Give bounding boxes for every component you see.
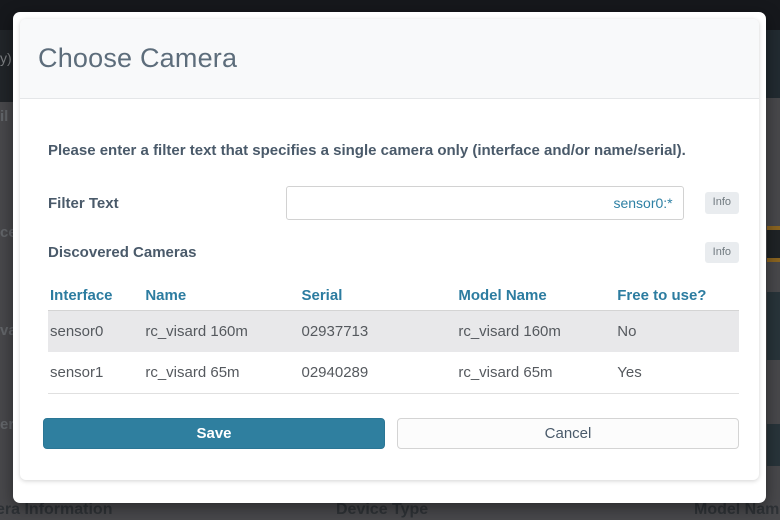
column-header: Serial <box>299 287 457 312</box>
table-cell: sensor0 <box>50 323 104 341</box>
camera-table-body: sensor0 rc_visard 160m 02937713 rc_visard 1… <box>48 310 739 395</box>
background-label-camera-information: era Information <box>0 501 113 518</box>
filter-description: Please enter a filter text that specifie… <box>48 142 686 159</box>
table-cell: No <box>617 323 637 341</box>
dialog-header: Choose Camera <box>20 19 759 99</box>
camera-table-head-row: Interface Name Serial Model Name Free to use… <box>48 287 739 312</box>
background-text-fragment: y) <box>0 50 12 66</box>
table-cell: rc_visard 160m <box>145 323 248 341</box>
choose-camera-dialog: Choose Camera Please enter a filter text… <box>13 12 766 503</box>
table-cell: 02940289 <box>299 352 457 395</box>
background-panel-edge <box>767 424 780 466</box>
background-text-fragment: il <box>0 108 9 125</box>
table-row[interactable]: sensor1 rc_visard 65m 02940289 rc_visard 65… <box>48 352 739 395</box>
discovered-cameras-row: Discovered Cameras Info <box>48 242 739 264</box>
table-cell: 02937713 <box>301 323 369 341</box>
filter-text-row: Filter Text Info <box>48 186 739 220</box>
filter-text-input[interactable] <box>286 186 684 220</box>
background-button-edge <box>767 226 780 262</box>
column-header: Model Name <box>456 287 616 312</box>
dialog-title: Choose Camera <box>38 43 238 73</box>
table-cell: rc_visard 65m <box>143 352 300 395</box>
column-header: Free to use? <box>615 287 739 312</box>
discovered-cameras-label: Discovered Cameras <box>48 244 197 262</box>
dialog-body: Please enter a filter text that specifie… <box>20 99 759 450</box>
background-panel-edge <box>767 292 780 360</box>
background-header-edge <box>0 30 13 102</box>
save-button[interactable]: Save <box>43 418 385 450</box>
filter-text-label: Filter Text <box>48 194 119 212</box>
table-cell: rc_visard 65m <box>456 352 616 395</box>
table-cell: sensor1 <box>48 352 144 395</box>
background-panel-edge <box>766 30 780 98</box>
table-cell: rc_visard 160m <box>458 323 561 341</box>
dialog-actions: Save Cancel <box>43 418 739 450</box>
dialog-content: Choose Camera Please enter a filter text… <box>20 19 759 480</box>
background-label-model-name: Model Name <box>694 501 780 518</box>
column-header: Interface <box>48 287 144 312</box>
discovered-info-button[interactable]: Info <box>704 242 739 264</box>
background-table-headers: era Information Device Type Model Name <box>0 501 780 520</box>
table-cell: Yes <box>615 352 739 395</box>
table-row[interactable]: sensor0 rc_visard 160m 02937713 rc_visard 1… <box>48 310 739 353</box>
filter-info-button[interactable]: Info <box>704 192 739 214</box>
column-header: Name <box>143 287 300 312</box>
camera-table: Interface Name Serial Model Name Free to use… <box>48 287 739 395</box>
cancel-button[interactable]: Cancel <box>397 418 739 450</box>
background-label-device-type: Device Type <box>336 501 429 518</box>
